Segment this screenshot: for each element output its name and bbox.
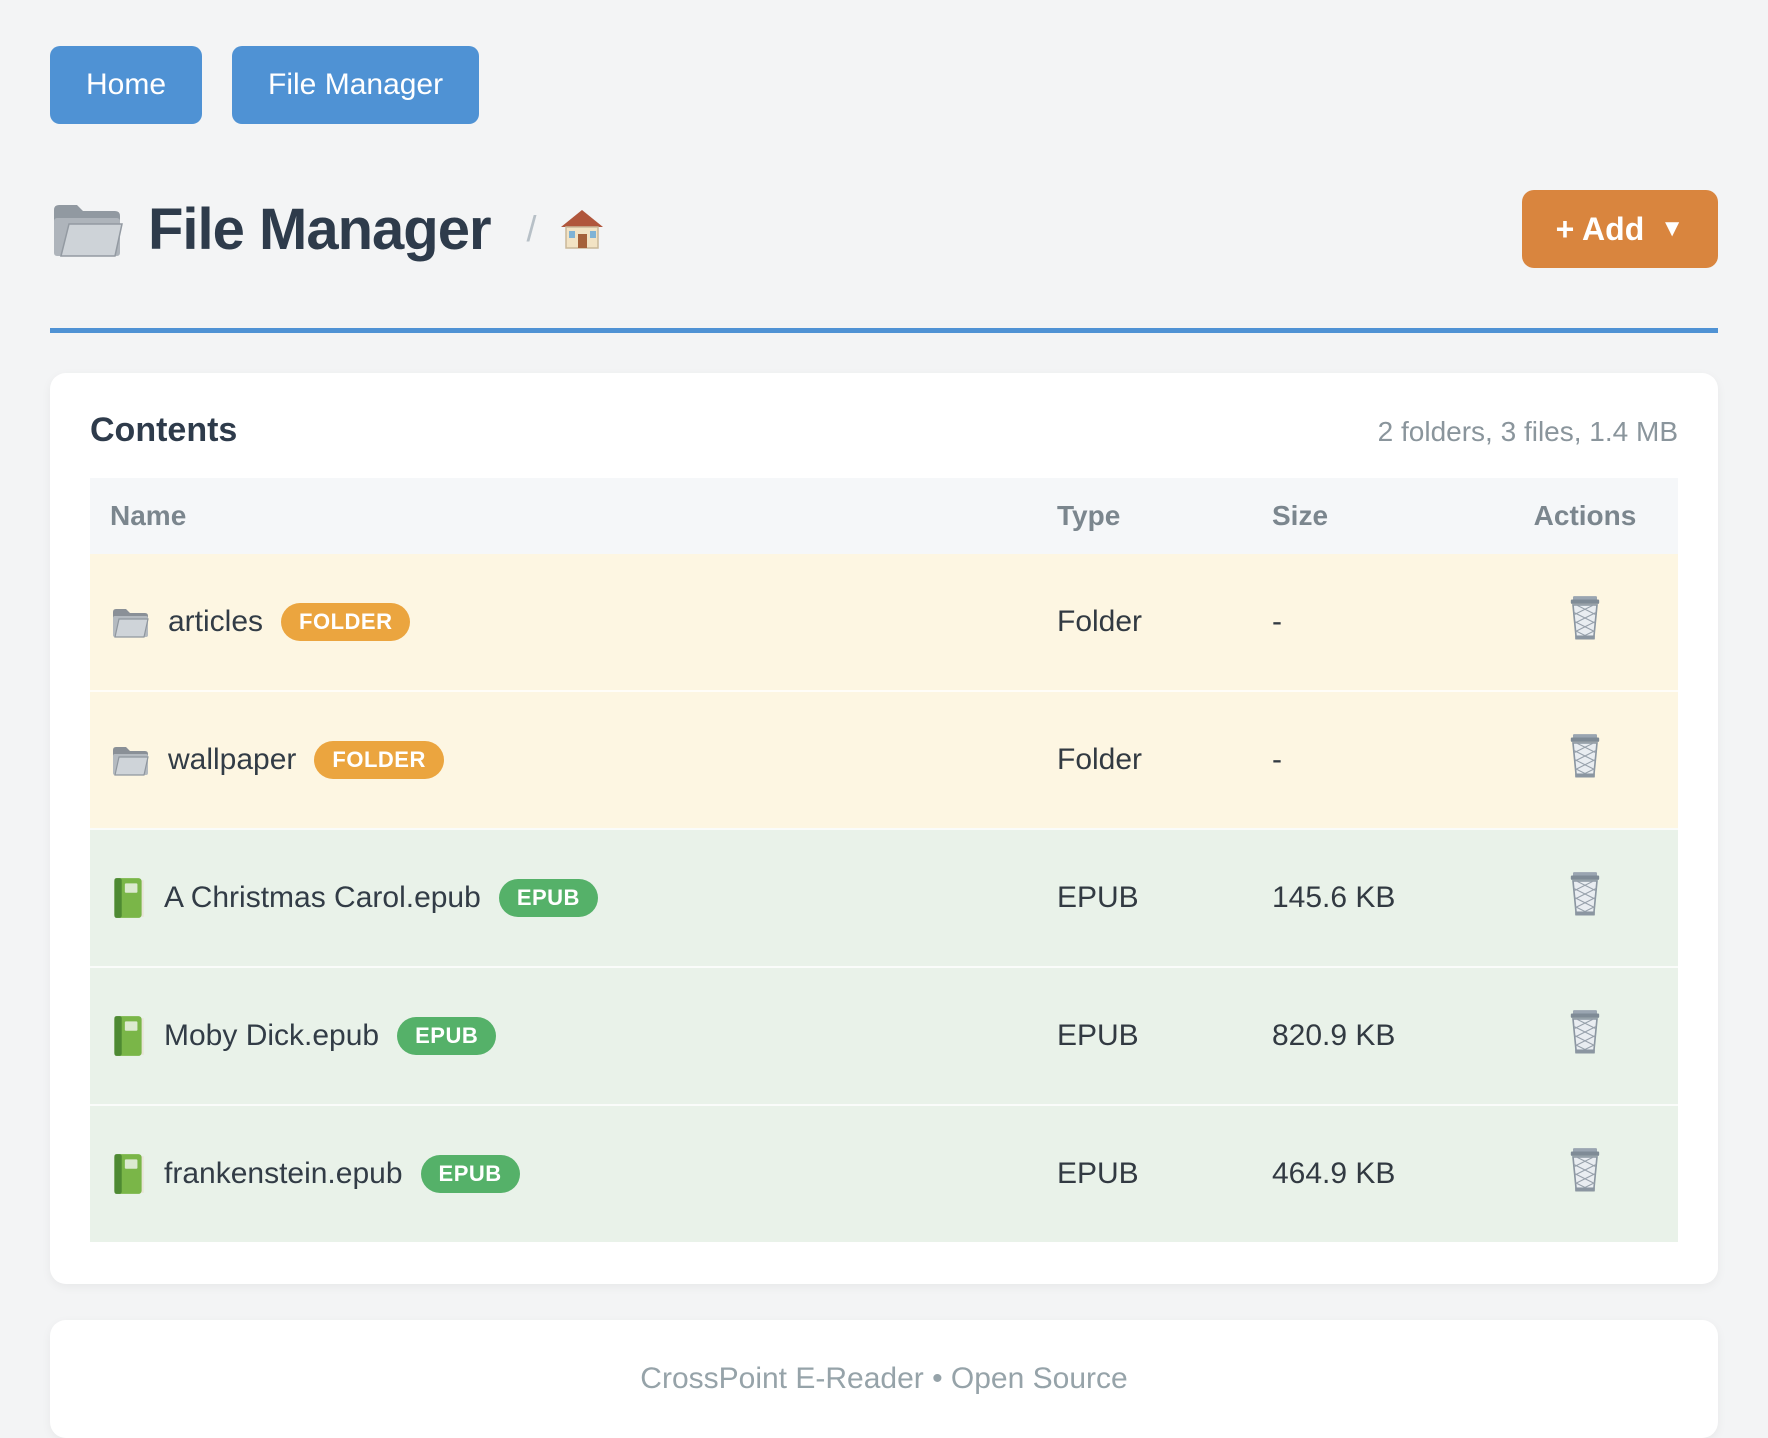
row-size: 464.9 KB bbox=[1252, 1104, 1492, 1242]
row-name: Moby Dick.epub bbox=[164, 1019, 379, 1053]
footer-text: CrossPoint E-Reader • Open Source bbox=[640, 1362, 1127, 1396]
row-badge: EPUB bbox=[421, 1155, 520, 1193]
house-icon[interactable] bbox=[559, 208, 605, 250]
file-manager-button[interactable]: File Manager bbox=[232, 46, 479, 124]
row-type: EPUB bbox=[1037, 966, 1252, 1104]
delete-button[interactable] bbox=[1565, 594, 1605, 642]
book-icon bbox=[110, 1152, 146, 1196]
breadcrumb: / bbox=[527, 208, 537, 250]
row-type: Folder bbox=[1037, 690, 1252, 828]
row-badge: FOLDER bbox=[314, 741, 443, 779]
top-nav: Home File Manager bbox=[50, 46, 1718, 124]
row-size: - bbox=[1252, 690, 1492, 828]
footer: CrossPoint E-Reader • Open Source bbox=[50, 1320, 1718, 1438]
column-header-actions: Actions bbox=[1492, 478, 1678, 554]
trash-icon bbox=[1565, 870, 1605, 918]
row-name: A Christmas Carol.epub bbox=[164, 881, 481, 915]
row-badge: FOLDER bbox=[281, 603, 410, 641]
row-size: - bbox=[1252, 554, 1492, 690]
column-header-type: Type bbox=[1037, 478, 1252, 554]
row-size: 145.6 KB bbox=[1252, 828, 1492, 966]
row-icon-slot bbox=[110, 605, 150, 639]
row-name: frankenstein.epub bbox=[164, 1157, 403, 1191]
column-header-size: Size bbox=[1252, 478, 1492, 554]
contents-heading: Contents bbox=[90, 411, 237, 450]
row-type: Folder bbox=[1037, 554, 1252, 690]
table-body: articles FOLDER Folder - bbox=[90, 554, 1678, 1242]
title-divider bbox=[50, 328, 1718, 333]
folder-icon bbox=[110, 605, 150, 639]
contents-card: Contents 2 folders, 3 files, 1.4 MB Name… bbox=[50, 373, 1718, 1284]
table-row[interactable]: articles FOLDER Folder - bbox=[90, 554, 1678, 690]
delete-button[interactable] bbox=[1565, 732, 1605, 780]
title-row: File Manager / + Add ▼ bbox=[50, 190, 1718, 268]
row-name: articles bbox=[168, 605, 263, 639]
home-button[interactable]: Home bbox=[50, 46, 202, 124]
add-button[interactable]: + Add ▼ bbox=[1522, 190, 1718, 268]
open-folder-icon bbox=[50, 198, 126, 260]
table-header-row: Name Type Size Actions bbox=[90, 478, 1678, 554]
row-type: EPUB bbox=[1037, 1104, 1252, 1242]
row-badge: EPUB bbox=[397, 1017, 496, 1055]
delete-button[interactable] bbox=[1565, 1146, 1605, 1194]
row-icon-slot bbox=[110, 876, 146, 920]
trash-icon bbox=[1565, 594, 1605, 642]
table-row[interactable]: frankenstein.epub EPUB EPUB 464.9 KB bbox=[90, 1104, 1678, 1242]
page: Home File Manager File Manager / bbox=[0, 0, 1768, 1438]
column-header-name: Name bbox=[90, 478, 1037, 554]
book-icon bbox=[110, 876, 146, 920]
row-icon-slot bbox=[110, 1014, 146, 1058]
delete-button[interactable] bbox=[1565, 870, 1605, 918]
table-row[interactable]: wallpaper FOLDER Folder - bbox=[90, 690, 1678, 828]
row-type: EPUB bbox=[1037, 828, 1252, 966]
page-title: File Manager bbox=[148, 196, 491, 263]
contents-summary: 2 folders, 3 files, 1.4 MB bbox=[1378, 416, 1678, 448]
table-row[interactable]: A Christmas Carol.epub EPUB EPUB 145.6 K… bbox=[90, 828, 1678, 966]
row-icon-slot bbox=[110, 1152, 146, 1196]
caret-down-icon: ▼ bbox=[1660, 215, 1684, 243]
file-table: Name Type Size Actions articles FOLDER F… bbox=[90, 478, 1678, 1242]
add-button-label: + Add bbox=[1556, 211, 1645, 248]
table-row[interactable]: Moby Dick.epub EPUB EPUB 820.9 KB bbox=[90, 966, 1678, 1104]
row-icon-slot bbox=[110, 743, 150, 777]
trash-icon bbox=[1565, 732, 1605, 780]
trash-icon bbox=[1565, 1008, 1605, 1056]
trash-icon bbox=[1565, 1146, 1605, 1194]
row-size: 820.9 KB bbox=[1252, 966, 1492, 1104]
folder-icon bbox=[110, 743, 150, 777]
delete-button[interactable] bbox=[1565, 1008, 1605, 1056]
row-badge: EPUB bbox=[499, 879, 598, 917]
row-name: wallpaper bbox=[168, 743, 296, 777]
book-icon bbox=[110, 1014, 146, 1058]
